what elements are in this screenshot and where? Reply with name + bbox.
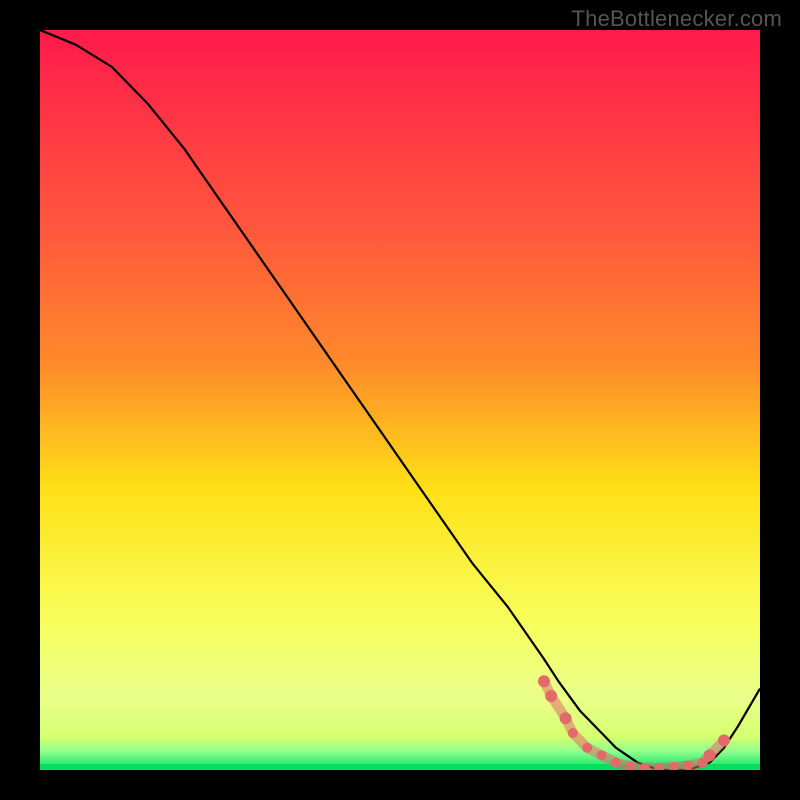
highlight-dot: [718, 734, 730, 746]
highlight-dot: [597, 750, 607, 760]
highlight-dot: [704, 749, 716, 761]
chart-frame: TheBottlenecker.com: [0, 0, 800, 800]
highlight-dot: [568, 728, 578, 738]
highlight-dot: [560, 712, 572, 724]
highlight-dot: [545, 690, 557, 702]
watermark-text: TheBottlenecker.com: [572, 6, 782, 32]
chart-svg: [40, 30, 760, 770]
highlight-dot: [538, 675, 550, 687]
plot-area: [40, 30, 760, 770]
highlight-dot: [582, 743, 592, 753]
highlight-dot: [611, 758, 621, 768]
gradient-background: [40, 30, 760, 770]
